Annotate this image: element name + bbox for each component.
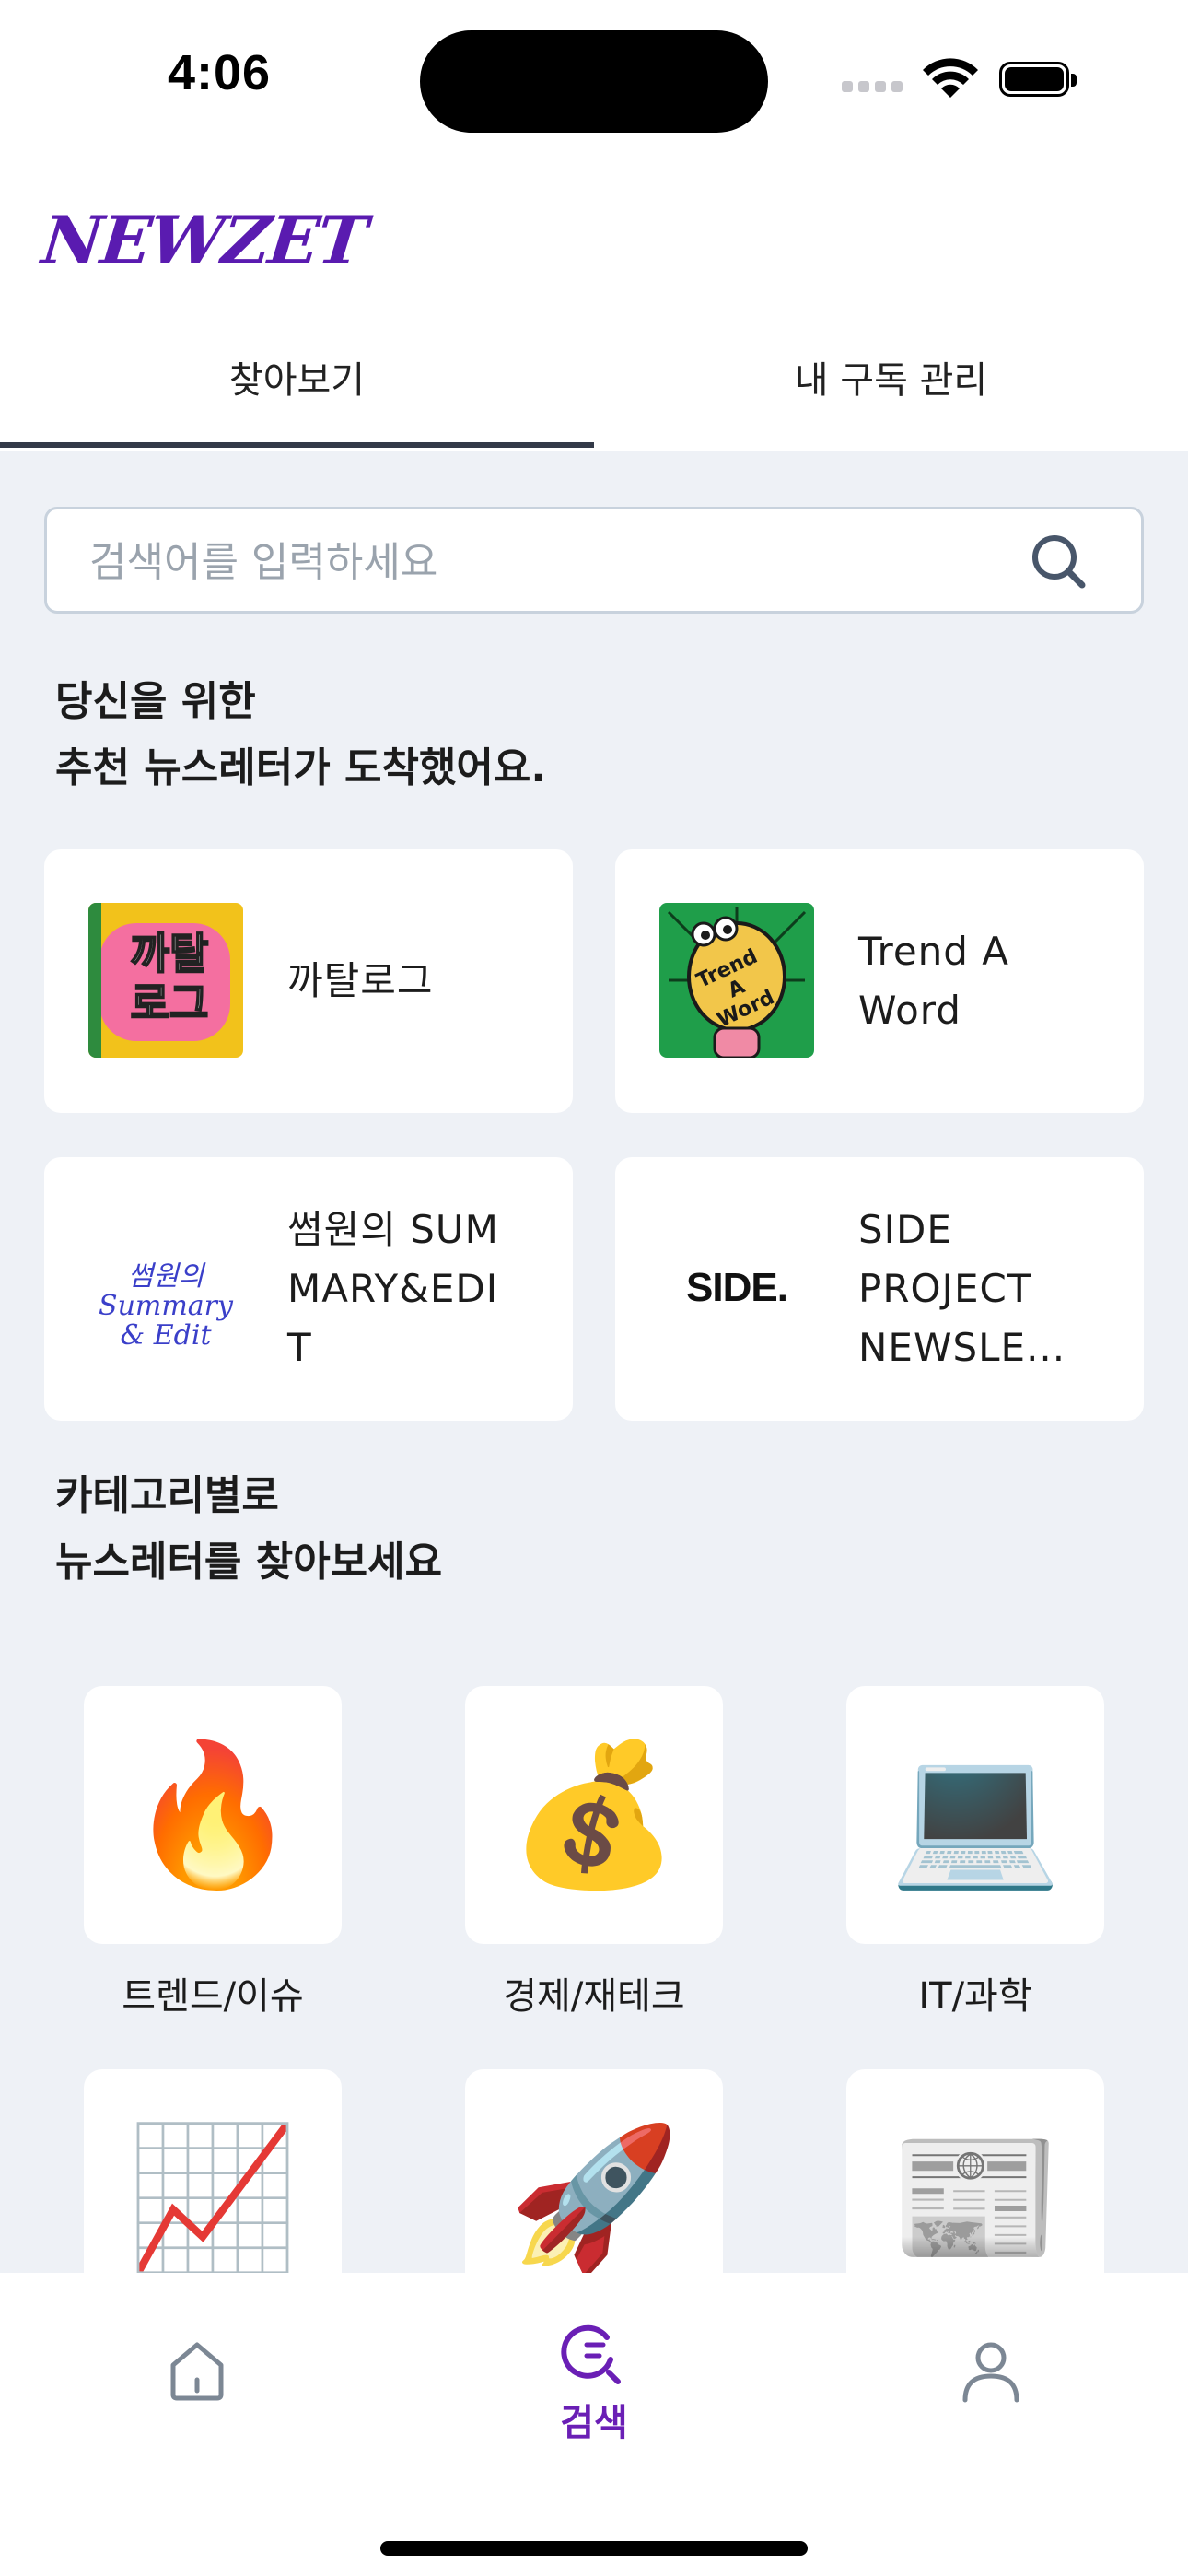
home-indicator: [380, 2541, 808, 2556]
recommend-section-title: 당신을 위한 추천 뉴스레터가 도착했어요.: [55, 678, 547, 791]
newsletter-card[interactable]: Trend A Word Trend A Word: [615, 849, 1144, 1113]
nav-home[interactable]: [160, 2337, 234, 2407]
newsletter-name: 썸원의 SUM MARY&EDI T: [287, 1207, 499, 1370]
status-time: 4:06: [168, 45, 272, 100]
search-nav-icon: [561, 2324, 621, 2384]
newsletter-thumbnail: SIDE.: [659, 1211, 814, 1365]
dynamic-island: [420, 30, 768, 133]
bottom-navigation: 검색: [0, 2273, 1188, 2576]
battery-icon: [999, 62, 1077, 99]
category-label: 트렌드/이슈: [122, 1975, 304, 2018]
category-section-title: 카테고리별로 뉴스레터를 찾아보세요: [55, 1472, 443, 1586]
category-tile-trend[interactable]: 🔥: [84, 1686, 342, 1944]
newsletter-name: SIDE PROJECT NEWSLE...: [858, 1207, 1066, 1370]
search-bar[interactable]: [44, 507, 1144, 614]
newsletter-name: Trend A Word: [858, 929, 1010, 1033]
active-tab-indicator: [0, 442, 594, 448]
home-icon: [170, 2342, 224, 2401]
fire-icon: 🔥: [126, 1735, 299, 1895]
newsletter-card[interactable]: 까탈 로그 까탈로그: [44, 849, 573, 1113]
category-label: 경제/재테크: [503, 1975, 685, 2018]
app-logo: NEWZET: [38, 201, 370, 279]
search-input[interactable]: [87, 526, 1012, 598]
newsletter-card[interactable]: 썸원의 Summary & Edit 썸원의 SUM MARY&EDI T: [44, 1157, 573, 1421]
laptop-icon: 💻: [889, 1735, 1062, 1895]
person-icon: [962, 2342, 1019, 2403]
category-tile-it-science[interactable]: 💻: [846, 1686, 1104, 1944]
nav-search-label: 검색: [560, 2402, 628, 2444]
category-label: IT/과학: [918, 1975, 1032, 2018]
category-tile-economy[interactable]: 💰: [465, 1686, 723, 1944]
newsletter-thumbnail: 까탈 로그: [88, 903, 243, 1058]
wifi-icon: [923, 58, 978, 98]
newsletter-thumbnail: Trend A Word: [659, 903, 814, 1058]
newsletter-name: 까탈로그: [287, 958, 434, 1003]
newsletter-card[interactable]: SIDE. SIDE PROJECT NEWSLE...: [615, 1157, 1144, 1421]
newsletter-thumbnail: 썸원의 Summary & Edit: [88, 1211, 243, 1365]
tab-explore[interactable]: 찾아보기: [0, 336, 594, 451]
search-icon[interactable]: [1027, 530, 1091, 594]
tab-my-subscriptions[interactable]: 내 구독 관리: [594, 336, 1188, 451]
nav-profile[interactable]: [954, 2337, 1028, 2407]
top-tabs: 찾아보기 내 구독 관리: [0, 336, 1188, 451]
nav-search[interactable]: 검색: [530, 2319, 658, 2446]
money-bag-icon: 💰: [507, 1735, 681, 1895]
